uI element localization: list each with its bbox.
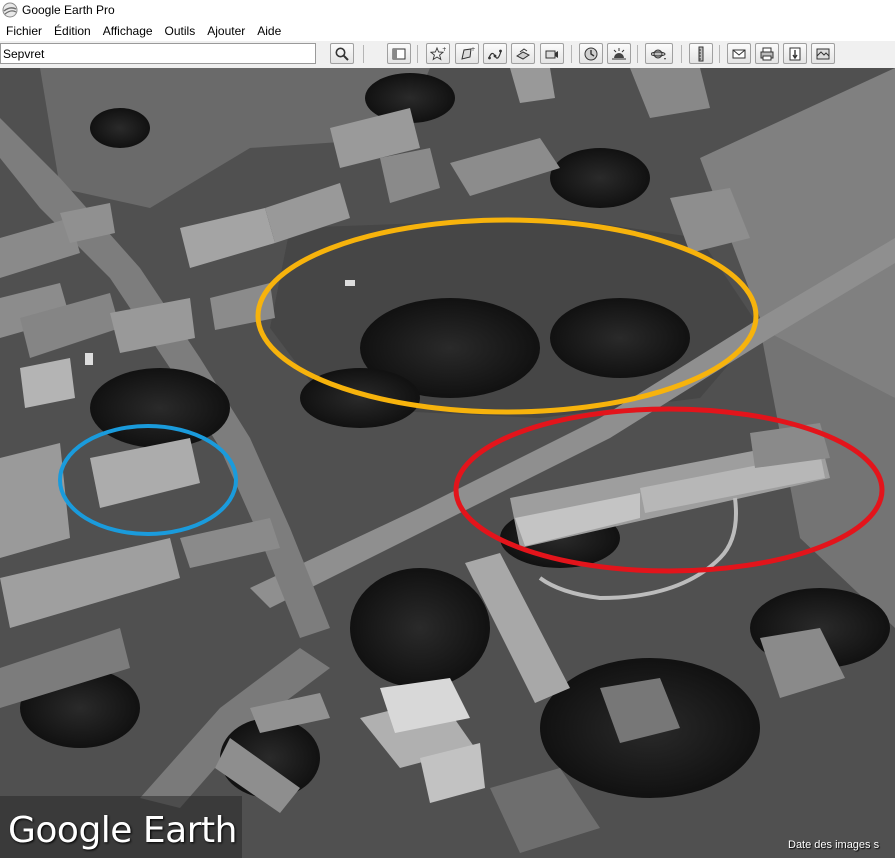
planets-icon xyxy=(651,49,666,60)
print-button[interactable] xyxy=(755,43,779,64)
search-icon xyxy=(335,47,349,61)
path-icon xyxy=(488,49,502,59)
svg-text:+: + xyxy=(442,46,446,53)
toolbar-separator xyxy=(571,45,572,63)
add-placemark-button[interactable]: + xyxy=(426,43,450,64)
record-tour-icon xyxy=(545,50,558,58)
save-image-icon xyxy=(789,47,801,60)
google-earth-logo: Google Earth xyxy=(0,796,242,858)
ruler-button[interactable] xyxy=(689,43,713,64)
toggle-sidebar-button[interactable] xyxy=(387,43,411,64)
toolbar-separator xyxy=(681,45,682,63)
ruler-icon xyxy=(698,46,704,61)
toolbar-separator xyxy=(417,45,418,63)
placemark-icon: + xyxy=(430,46,446,61)
google-earth-app-icon xyxy=(2,2,18,18)
historical-imagery-icon xyxy=(584,47,598,60)
toolbar-separator xyxy=(637,45,638,63)
search-input[interactable] xyxy=(0,43,316,64)
sunlight-icon xyxy=(612,47,626,59)
toolbar-separator xyxy=(363,45,364,63)
print-icon xyxy=(760,47,774,60)
map-view[interactable]: Google Earth Date des images s xyxy=(0,68,895,858)
satellite-imagery xyxy=(0,68,895,858)
menu-ajouter[interactable]: Ajouter xyxy=(201,24,251,38)
image-overlay-icon xyxy=(516,47,530,60)
add-image-overlay-button[interactable] xyxy=(511,43,535,64)
window-title: Google Earth Pro xyxy=(22,3,115,17)
menu-bar: Fichier Édition Affichage Outils Ajouter… xyxy=(0,20,895,41)
toolbar-separator xyxy=(719,45,720,63)
sidebar-icon xyxy=(392,48,406,59)
toolbar: + + xyxy=(0,41,895,69)
save-image-button[interactable] xyxy=(783,43,807,64)
record-tour-button[interactable] xyxy=(540,43,564,64)
email-icon xyxy=(732,49,746,58)
sunlight-button[interactable] xyxy=(607,43,631,64)
svg-text:+: + xyxy=(471,46,476,53)
search-button[interactable] xyxy=(330,43,354,64)
maps-icon xyxy=(816,48,830,59)
email-button[interactable] xyxy=(727,43,751,64)
menu-outils[interactable]: Outils xyxy=(159,24,202,38)
menu-affichage[interactable]: Affichage xyxy=(97,24,159,38)
planets-button[interactable] xyxy=(645,43,673,64)
historical-imagery-button[interactable] xyxy=(579,43,603,64)
menu-fichier[interactable]: Fichier xyxy=(0,24,48,38)
menu-edition[interactable]: Édition xyxy=(48,24,97,38)
imagery-date-attribution: Date des images s xyxy=(788,839,880,851)
polygon-icon: + xyxy=(461,46,476,60)
title-bar: Google Earth Pro xyxy=(0,0,895,20)
menu-aide[interactable]: Aide xyxy=(251,24,287,38)
add-path-button[interactable] xyxy=(483,43,507,64)
logo-text: Google Earth xyxy=(8,810,237,851)
view-in-maps-button[interactable] xyxy=(811,43,835,64)
add-polygon-button[interactable]: + xyxy=(455,43,479,64)
